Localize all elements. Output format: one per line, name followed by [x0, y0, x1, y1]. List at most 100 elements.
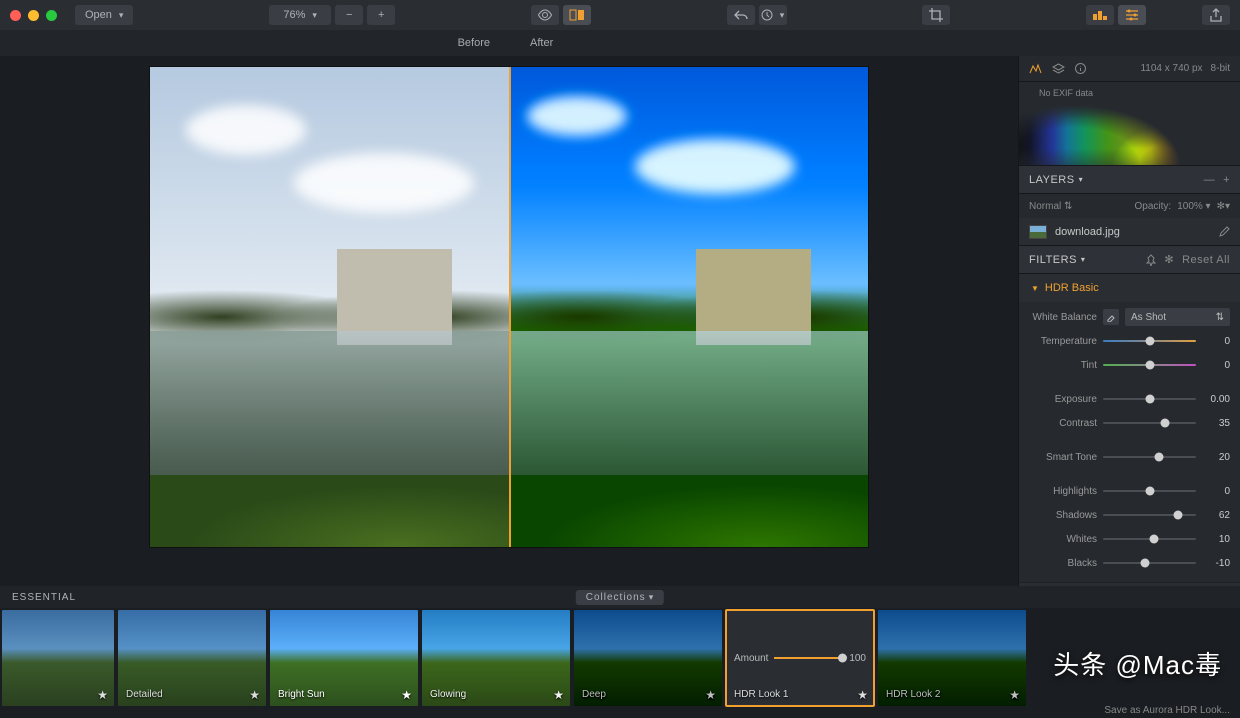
filter-settings-button[interactable]: ✻ — [1164, 253, 1174, 266]
collections-select[interactable]: Collections — [576, 590, 664, 605]
favorite-star-icon[interactable]: ★ — [401, 688, 412, 702]
slider-control[interactable] — [1103, 484, 1196, 498]
layers-panel-header[interactable]: LAYERS▾ — + — [1019, 166, 1240, 194]
slider-highlights: Highlights0 — [1029, 482, 1230, 500]
share-icon — [1210, 8, 1222, 22]
amount-value: 100 — [849, 653, 866, 664]
slider-value[interactable]: -10 — [1202, 558, 1230, 569]
white-balance-select[interactable]: As Shot⇅ — [1125, 308, 1230, 326]
zoom-out-button[interactable]: − — [335, 5, 363, 25]
image-compare-view[interactable] — [149, 66, 869, 548]
blend-mode-select[interactable]: Normal ⇅ — [1029, 201, 1072, 212]
slider-control[interactable] — [1103, 334, 1196, 348]
histogram-tab-icon[interactable] — [1029, 63, 1042, 74]
compare-divider[interactable] — [509, 67, 511, 547]
open-button[interactable]: Open — [75, 5, 133, 25]
slider-value[interactable]: 35 — [1202, 418, 1230, 429]
window-controls — [10, 10, 57, 21]
layer-settings-button[interactable]: ✻▾ — [1217, 201, 1230, 212]
presets-icon — [1092, 9, 1108, 21]
before-image — [150, 67, 509, 547]
slider-value[interactable]: 0.00 — [1202, 394, 1230, 405]
right-sidebar: 1104 x 740 px 8-bit No EXIF data LAYERS▾… — [1018, 56, 1240, 586]
slider-value[interactable]: 0 — [1202, 360, 1230, 371]
preset-original[interactable]: ★ — [2, 610, 114, 706]
looks-panel-button[interactable] — [1086, 5, 1114, 25]
slider-value[interactable]: 10 — [1202, 534, 1230, 545]
exif-message: No EXIF data — [1039, 88, 1093, 98]
preset-bright-sun[interactable]: Bright Sun★ — [270, 610, 418, 706]
zoom-in-button[interactable]: + — [367, 5, 395, 25]
filters-panel-header[interactable]: FILTERS▾ ✻ Reset All — [1019, 246, 1240, 274]
canvas-area[interactable] — [0, 56, 1018, 586]
filter-section-hdr-basic[interactable]: ▼HDR Basic — [1019, 274, 1240, 302]
histogram[interactable]: No EXIF data — [1019, 82, 1240, 166]
opacity-label: Opacity: — [1135, 201, 1172, 212]
slider-control[interactable] — [1103, 450, 1196, 464]
slider-control[interactable] — [1103, 416, 1196, 430]
favorite-star-icon[interactable]: ★ — [1009, 688, 1020, 702]
adjust-panel-button[interactable] — [1118, 5, 1146, 25]
save-look-button[interactable]: Save as Aurora HDR Look... — [1104, 705, 1230, 716]
slider-whites: Whites10 — [1029, 530, 1230, 548]
filters-title: FILTERS — [1029, 254, 1077, 266]
image-bit-depth: 8-bit — [1211, 63, 1230, 74]
layer-thumbnail — [1029, 225, 1047, 239]
preset-hdr-look-2[interactable]: HDR Look 2★ — [878, 610, 1026, 706]
reset-all-button[interactable]: Reset All — [1182, 254, 1230, 266]
export-button[interactable] — [1202, 5, 1230, 25]
slider-control[interactable] — [1103, 532, 1196, 546]
amount-slider[interactable] — [774, 657, 843, 659]
favorite-star-icon[interactable]: ★ — [705, 688, 716, 702]
sliders-icon — [1125, 9, 1139, 21]
slider-control[interactable] — [1103, 358, 1196, 372]
layers-title: LAYERS — [1029, 174, 1075, 186]
info-tab-icon[interactable] — [1075, 63, 1086, 74]
eye-icon — [537, 9, 553, 21]
slider-control[interactable] — [1103, 508, 1196, 522]
preset-deep[interactable]: Deep★ — [574, 610, 722, 706]
minimize-window-button[interactable] — [28, 10, 39, 21]
opacity-value[interactable]: 100% ▾ — [1177, 201, 1210, 212]
compare-split-button[interactable] — [563, 5, 591, 25]
zoom-level-select[interactable]: 76% — [269, 5, 331, 25]
undo-button[interactable] — [727, 5, 755, 25]
favorite-star-icon[interactable]: ★ — [553, 688, 564, 702]
slider-control[interactable] — [1103, 392, 1196, 406]
layers-tab-icon[interactable] — [1052, 63, 1065, 74]
slider-control[interactable] — [1103, 556, 1196, 570]
add-layer-button[interactable]: + — [1223, 174, 1230, 186]
collapse-layers-button[interactable]: — — [1204, 174, 1216, 186]
preset-detailed[interactable]: Detailed★ — [118, 610, 266, 706]
slider-shadows: Shadows62 — [1029, 506, 1230, 524]
split-compare-icon — [569, 9, 585, 21]
compare-header: Before After — [0, 30, 1240, 56]
history-icon — [761, 9, 773, 21]
slider-temperature: Temperature0 — [1029, 332, 1230, 350]
favorite-star-icon[interactable]: ★ — [97, 688, 108, 702]
favorite-star-icon[interactable]: ★ — [249, 688, 260, 702]
undo-icon — [734, 9, 748, 21]
close-window-button[interactable] — [10, 10, 21, 21]
slider-contrast: Contrast35 — [1029, 414, 1230, 432]
maximize-window-button[interactable] — [46, 10, 57, 21]
layer-name: download.jpg — [1055, 226, 1120, 238]
slider-value[interactable]: 20 — [1202, 452, 1230, 463]
preview-toggle-button[interactable] — [531, 5, 559, 25]
white-balance-label: White Balance — [1029, 312, 1097, 323]
slider-value[interactable]: 0 — [1202, 336, 1230, 347]
slider-value[interactable]: 62 — [1202, 510, 1230, 521]
history-button[interactable] — [759, 5, 787, 25]
slider-value[interactable]: 0 — [1202, 486, 1230, 497]
pin-filter-button[interactable] — [1146, 254, 1156, 266]
preset-hdr-look-1[interactable]: Amount100HDR Look 1★ — [726, 610, 874, 706]
layer-mask-brush-button[interactable] — [1218, 226, 1230, 238]
layer-item[interactable]: download.jpg — [1019, 218, 1240, 246]
after-label: After — [530, 37, 553, 49]
slider-smart-tone: Smart Tone20 — [1029, 448, 1230, 466]
preset-category-label: ESSENTIAL — [12, 592, 76, 603]
favorite-star-icon[interactable]: ★ — [857, 688, 868, 702]
crop-button[interactable] — [922, 5, 950, 25]
preset-glowing[interactable]: Glowing★ — [422, 610, 570, 706]
eyedropper-button[interactable] — [1103, 309, 1119, 325]
